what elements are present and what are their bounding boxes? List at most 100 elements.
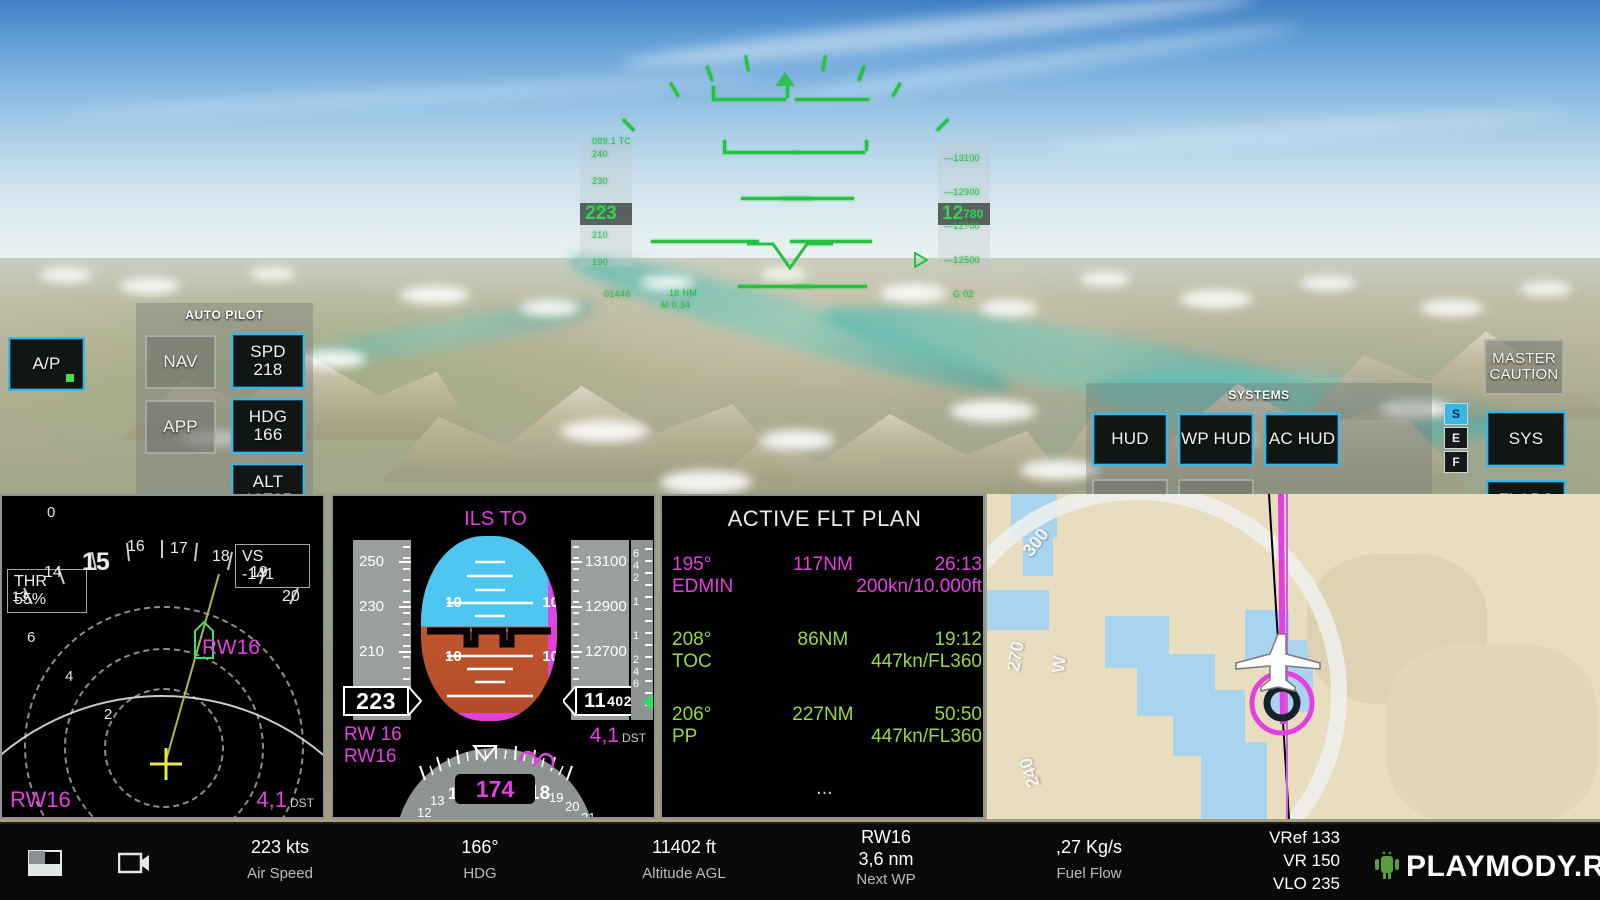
nd-vs-value: -141	[242, 565, 275, 583]
ap-nav-button[interactable]: NAV	[145, 335, 216, 389]
pfd-vsi-minor-tick	[645, 644, 652, 646]
pfd-speed-minor-tick	[403, 579, 410, 581]
navigation-display[interactable]: 0 13 14 15 16 17 18 19 20 6 4 2 RW16 THR…	[0, 494, 325, 819]
pfd-mode-label: ILS TO	[464, 508, 527, 530]
cloud	[120, 278, 180, 294]
pfd-altitude-minor-tick	[573, 678, 579, 680]
ap-spd-button[interactable]: SPD 218	[231, 333, 305, 389]
fp-constraint-2: 447kn/FL360	[871, 726, 982, 748]
status-altitude-value: 11402 ft	[652, 837, 716, 857]
pfd-altitude-tick-label: 13100	[585, 553, 627, 570]
pfd-compass-tick-label: 19	[549, 790, 564, 805]
pfd-altitude-minor-tick	[573, 612, 579, 614]
primary-flight-display[interactable]: ILS TO 10 10 10	[331, 494, 656, 819]
flight-plan-leg[interactable]: 195° 117NM 26:13 EDMIN 200kn/10.000ft	[672, 554, 982, 599]
ap-master-button[interactable]: A/P	[8, 337, 85, 391]
nd-thr-value: 55%	[14, 590, 47, 608]
status-vr-row: VR 150	[1190, 850, 1340, 873]
ap-app-label: APP	[163, 416, 198, 436]
pfd-dist-unit: DST	[622, 731, 646, 745]
fp-eta-1: 19:12	[934, 629, 982, 650]
pfd-speed-tick-label: 250	[359, 553, 385, 570]
cloud	[1520, 282, 1572, 296]
pfd-speed-tick	[399, 651, 411, 653]
pfd-vsi-tick-label: 1	[633, 630, 640, 642]
fp-course-2: 206°	[672, 704, 712, 725]
pfd-altitude-tick	[571, 561, 582, 563]
pfd-vsi-minor-tick	[645, 620, 652, 622]
site-watermark: PLAYMODY.RU	[1406, 850, 1600, 883]
status-vlo-value: 235	[1311, 873, 1340, 893]
pfd-vsi-minor-tick	[645, 584, 652, 586]
status-air-speed-label: Air Speed	[247, 865, 313, 882]
ap-app-button[interactable]: APP	[145, 400, 216, 454]
pfd-vsi-minor-tick	[645, 560, 652, 562]
sef-indicator-s[interactable]: S	[1444, 403, 1468, 425]
fp-course-0: 195°	[672, 554, 712, 575]
sys-ac-hud-label: AC HUD	[1268, 429, 1336, 449]
ap-hdg-button[interactable]: HDG 166	[231, 398, 305, 454]
adi-aircraft-symbol	[427, 627, 551, 648]
android-robot-icon	[1375, 851, 1399, 879]
pfd-vsi-tick-label: 1	[633, 596, 640, 608]
fp-waypoint-1: TOC	[672, 651, 712, 673]
pfd-speed-minor-tick	[403, 623, 410, 625]
pfd-altitude-minor-tick	[573, 579, 579, 581]
pfd-speed-minor-tick	[403, 678, 410, 680]
master-caution-button[interactable]: MASTER CAUTION	[1484, 339, 1564, 395]
pfd-compass-tick-label: 20	[565, 799, 580, 814]
pfd-altitude-tick	[571, 651, 582, 653]
sys-ac-hud-button[interactable]: AC HUD	[1264, 413, 1340, 466]
systems-title: SYSTEMS	[1228, 388, 1290, 402]
flight-plan-leg[interactable]: 206° 227NM 50:50 PP 447kn/FL360	[672, 704, 982, 749]
flight-plan-leg[interactable]: 208° 86NM 19:12 TOC 447kn/FL360	[672, 629, 982, 674]
fp-constraint-0: 200kn/10.000ft	[856, 576, 982, 598]
moving-map[interactable]: 300 270 W 240	[987, 494, 1600, 819]
status-hdg-label: HDG	[463, 865, 497, 882]
pfd-altitude-minor-tick	[573, 656, 579, 658]
pfd-alt-big: 11	[583, 689, 607, 712]
pfd-altitude-minor-tick	[573, 623, 579, 625]
flight-sim-screen: 223 240 230 221 210 190 12 780 —13100 —12900—…	[0, 0, 1600, 900]
pfd-heading-readout: 174	[455, 774, 535, 804]
status-bar: 223 kts Air Speed 166° HDG 11402 ft Alti…	[0, 822, 1600, 900]
sys-wp-hud-label: WP HUD	[1181, 429, 1251, 449]
cloud	[520, 300, 580, 316]
status-altitude-label: Altitude AGL	[642, 865, 726, 882]
status-vlo-label: VLO	[1272, 873, 1307, 893]
sys-button[interactable]: SYS	[1486, 411, 1566, 467]
pfd-vsi-minor-tick	[645, 656, 652, 658]
pfd-speed-tick	[399, 606, 411, 608]
cloud	[660, 470, 752, 494]
attitude-indicator: 10 10 10 10	[421, 536, 557, 721]
video-camera-icon[interactable]	[118, 851, 150, 875]
sef-indicator-f[interactable]: F	[1444, 451, 1468, 473]
status-next-wp-label: Next WP	[856, 871, 916, 888]
sef-indicator-e[interactable]: E	[1444, 427, 1468, 449]
ap-spd-label: SPD	[250, 341, 286, 361]
pfd-altitude-minor-tick	[573, 667, 579, 669]
flight-plan-display[interactable]: ACTIVE FLT PLAN 195° 117NM 26:13 EDMIN 2…	[660, 494, 985, 819]
cloud	[40, 268, 92, 282]
pfd-speed-minor-tick	[403, 590, 410, 592]
ap-alt-label: ALT	[252, 471, 284, 491]
pfd-speed-minor-tick	[403, 601, 410, 603]
ap-spd-value: 218	[253, 360, 283, 379]
pfd-speed-minor-tick	[403, 568, 410, 570]
cloud	[640, 276, 694, 290]
layout-panel-icon[interactable]	[28, 850, 62, 876]
status-fuel-flow-value: ,27 Kg/s	[1055, 837, 1123, 857]
pfd-speed-minor-tick	[403, 557, 410, 559]
cloud	[950, 400, 1036, 422]
flight-plan-more[interactable]: ...	[662, 777, 983, 800]
sys-wp-hud-button[interactable]: WP HUD	[1178, 413, 1254, 466]
nd-thr-label: THR	[14, 573, 47, 590]
sys-hud-button[interactable]: HUD	[1092, 413, 1168, 466]
pfd-altitude-tick-label: 12900	[585, 598, 627, 615]
pfd-nav-source-1: RW 16	[344, 724, 402, 745]
cloud	[1080, 272, 1130, 286]
pfd-speed-tick	[399, 561, 411, 563]
cloud	[980, 300, 1038, 316]
cloud	[250, 268, 296, 280]
nd-vs-box: VS -141	[235, 544, 310, 588]
